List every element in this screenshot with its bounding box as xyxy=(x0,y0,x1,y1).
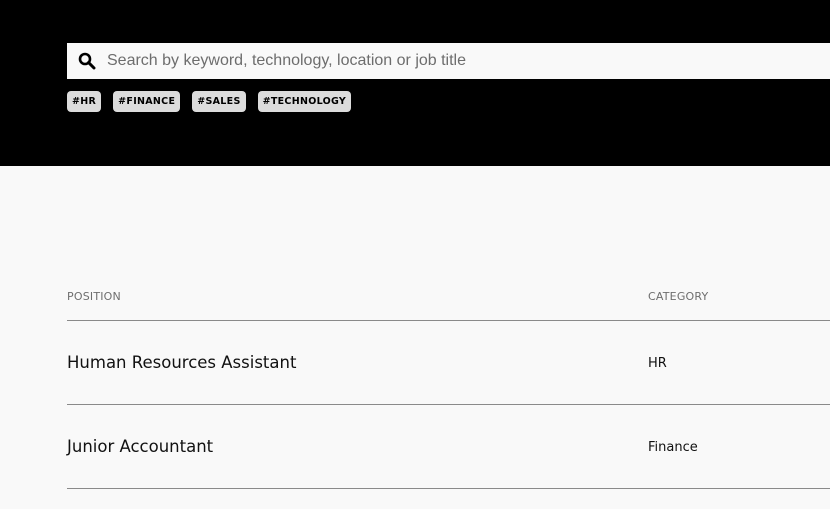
job-title[interactable]: Human Resources Assistant xyxy=(67,353,296,372)
tag-technology[interactable]: #TECHNOLOGY xyxy=(257,91,352,112)
jobs-table: POSITION CATEGORY Human Resources Assist… xyxy=(67,288,830,489)
tag-finance[interactable]: #FINANCE xyxy=(113,91,181,112)
column-header-position[interactable]: POSITION xyxy=(67,290,121,303)
search-icon[interactable] xyxy=(67,43,107,79)
job-category: HR xyxy=(648,356,667,371)
table-row[interactable]: Junior Accountant Finance xyxy=(67,405,830,489)
job-title[interactable]: Junior Accountant xyxy=(67,437,213,456)
tag-hr[interactable]: #HR xyxy=(67,91,102,112)
column-header-category[interactable]: CATEGORY xyxy=(648,290,708,303)
hero-banner: #HR #FINANCE #SALES #TECHNOLOGY xyxy=(0,0,830,166)
table-header: POSITION CATEGORY xyxy=(67,288,830,321)
job-category: Finance xyxy=(648,440,698,455)
tag-sales[interactable]: #SALES xyxy=(192,91,246,112)
table-row[interactable]: Human Resources Assistant HR xyxy=(67,321,830,405)
search-input[interactable] xyxy=(107,43,830,79)
tag-list: #HR #FINANCE #SALES #TECHNOLOGY xyxy=(67,91,352,112)
search-bar[interactable] xyxy=(67,43,830,79)
